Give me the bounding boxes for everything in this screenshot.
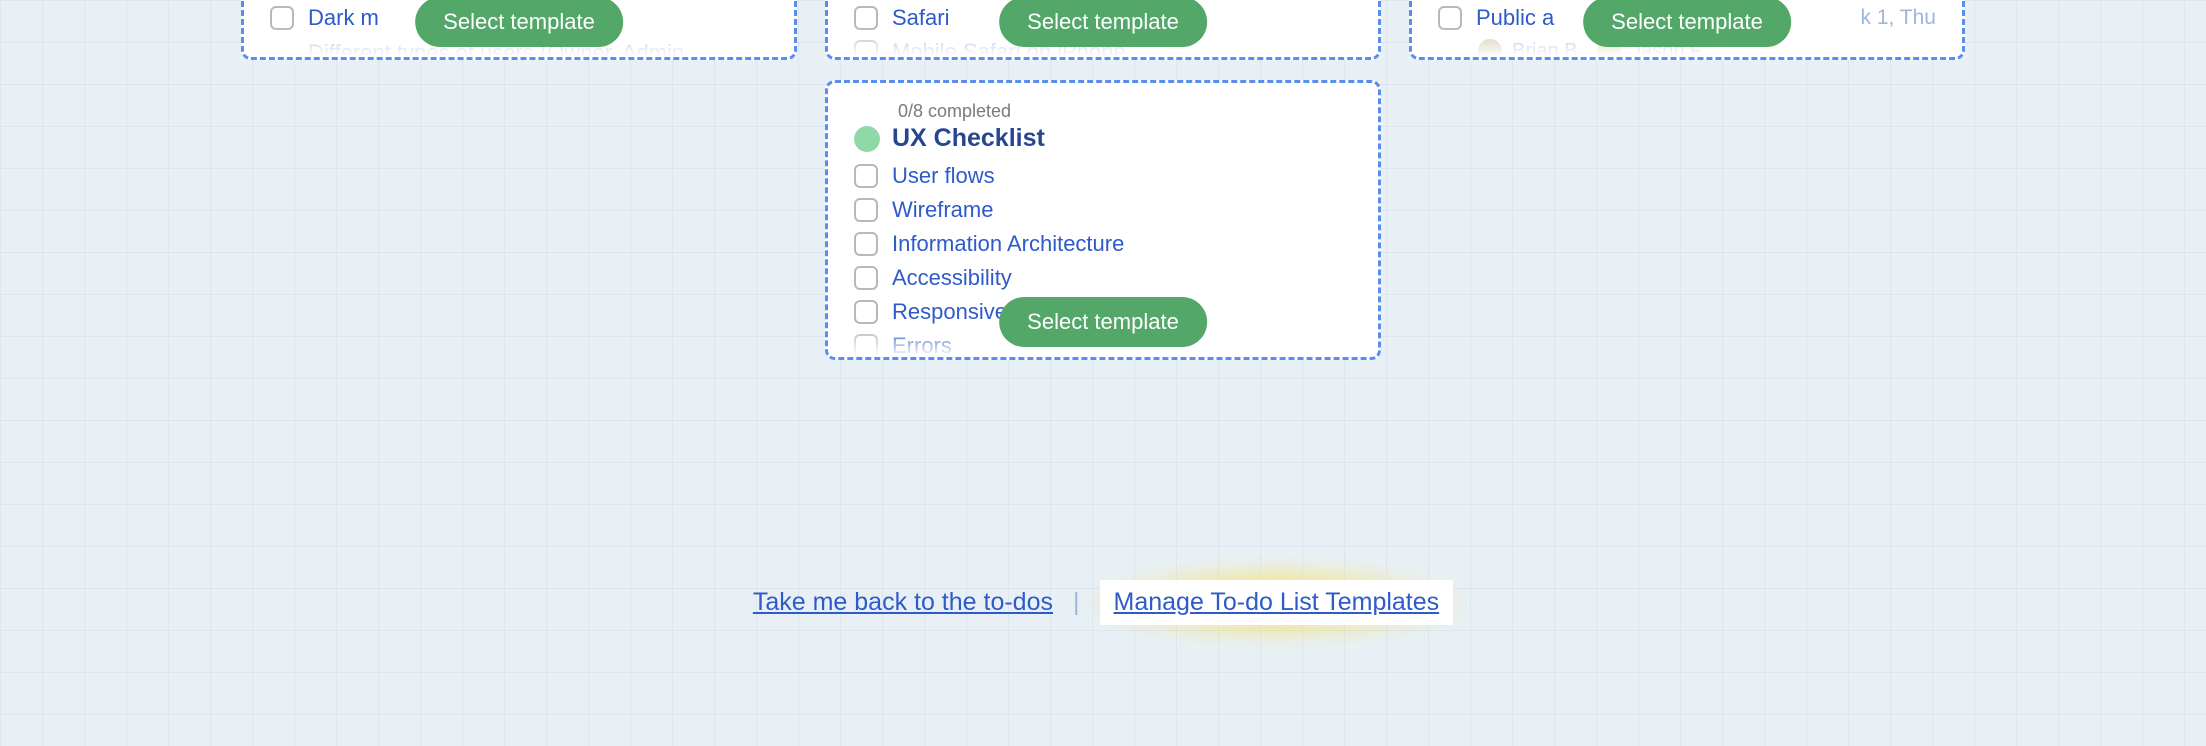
checkbox-icon[interactable] (854, 232, 878, 256)
checkbox-icon[interactable] (1438, 6, 1462, 30)
todo-label: Safari (892, 5, 949, 31)
checkbox-icon[interactable] (270, 6, 294, 30)
template-card-ux-checklist: 0/8 completed UX Checklist User flows Wi… (825, 80, 1381, 360)
back-to-todos-link[interactable]: Take me back to the to-dos (753, 588, 1053, 617)
checkbox-icon[interactable] (854, 300, 878, 324)
checkbox-icon[interactable] (854, 6, 878, 30)
select-template-button[interactable]: Select template (999, 297, 1207, 347)
checkbox-icon[interactable] (854, 334, 878, 358)
completed-count: 0/8 completed (898, 101, 1352, 122)
checkbox-icon[interactable] (854, 198, 878, 222)
select-template-button[interactable]: Select template (1583, 0, 1791, 47)
checkbox-icon[interactable] (270, 56, 294, 60)
manage-templates-link[interactable]: Manage To-do List Templates (1114, 588, 1440, 616)
select-template-button[interactable]: Select template (415, 0, 623, 47)
todo-label: Information Architecture (892, 231, 1124, 257)
todo-label: Accessibility (892, 265, 1012, 291)
assignee-name: Brian B. (1512, 40, 1583, 61)
template-card: Dark m Different types of users (Owner, … (241, 0, 797, 60)
checkbox-icon[interactable] (854, 40, 878, 60)
todo-label: Wireframe (892, 197, 993, 223)
template-card: Safari Mobile Safari on iPhone Select te… (825, 0, 1381, 60)
checkbox-icon[interactable] (854, 164, 878, 188)
checkbox-icon[interactable] (854, 266, 878, 290)
todo-label: Public a (1476, 5, 1554, 31)
todo-label: User flows (892, 163, 995, 189)
avatar-icon (1478, 39, 1502, 60)
todo-label: Dark m (308, 5, 379, 31)
todo-label: Errors (892, 333, 952, 359)
select-template-button[interactable]: Select template (999, 0, 1207, 47)
status-dot-icon (854, 126, 880, 152)
separator: | (1073, 588, 1080, 617)
card-title: UX Checklist (892, 124, 1045, 153)
footer-links: Take me back to the to-dos | Manage To-d… (60, 580, 2146, 625)
highlight-callout: Manage To-do List Templates (1100, 580, 1454, 625)
template-card: Public a k 1, Thu Brian B. Jason F. Sele… (1409, 0, 1965, 60)
date-text: k 1, Thu (1861, 6, 1937, 30)
